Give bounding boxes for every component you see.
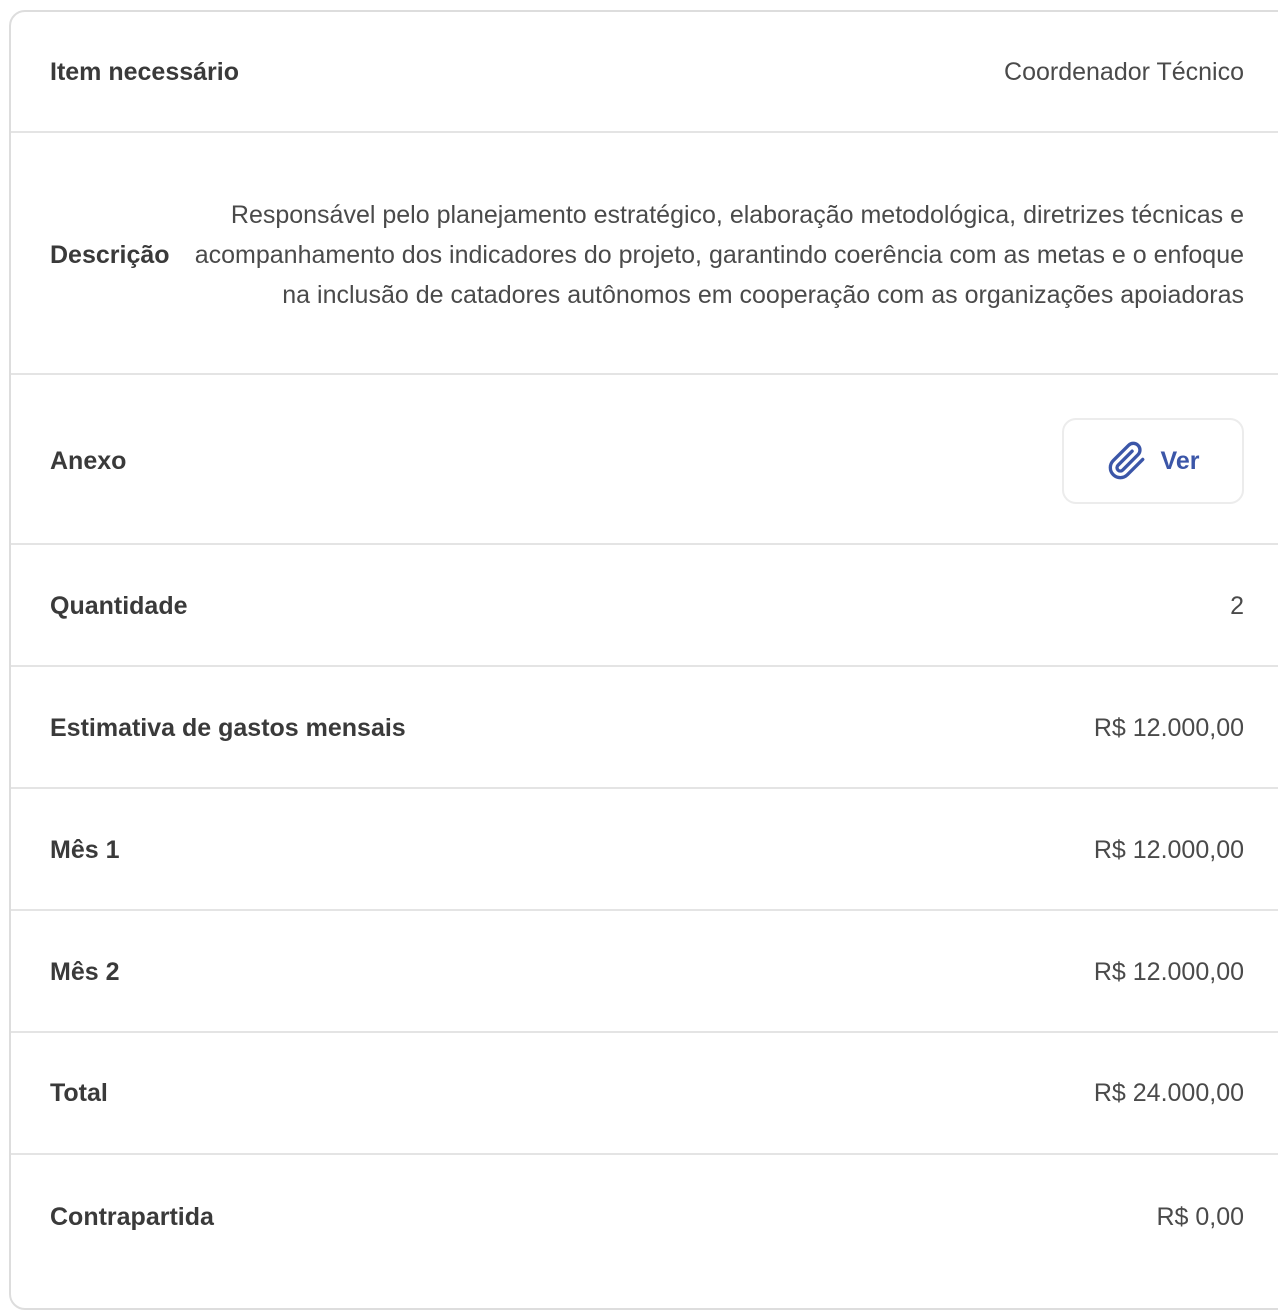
- row-mes-1: Mês 1 R$ 12.000,00: [11, 810, 1278, 890]
- divider: [11, 543, 1278, 545]
- contrapartida-value: R$ 0,00: [1156, 1202, 1244, 1231]
- ver-label: Ver: [1160, 446, 1200, 475]
- ver-attachment-button[interactable]: Ver: [1062, 418, 1244, 504]
- divider: [11, 787, 1278, 789]
- total-label: Total: [50, 1078, 108, 1107]
- anexo-label: Anexo: [50, 446, 127, 475]
- quantidade-label: Quantidade: [50, 591, 188, 620]
- descricao-label: Descrição: [50, 240, 170, 269]
- divider: [11, 665, 1278, 667]
- item-label: Item necessário: [50, 57, 239, 86]
- row-anexo: Anexo Ver: [11, 416, 1278, 506]
- descricao-value: Responsável pelo planejamento estratégic…: [194, 201, 1244, 309]
- row-descricao: Descrição Responsável pelo planejamento …: [11, 172, 1278, 338]
- divider: [11, 131, 1278, 133]
- divider: [11, 373, 1278, 375]
- row-estimativa: Estimativa de gastos mensais R$ 12.000,0…: [11, 688, 1278, 768]
- contrapartida-label: Contrapartida: [50, 1202, 214, 1231]
- item-value: Coordenador Técnico: [1004, 57, 1244, 86]
- mes1-value: R$ 12.000,00: [1093, 835, 1244, 864]
- total-value: R$ 24.000,00: [1093, 1078, 1244, 1107]
- row-mes-2: Mês 2 R$ 12.000,00: [11, 932, 1278, 1012]
- mes2-label: Mês 2: [50, 957, 120, 986]
- row-contrapartida: Contrapartida R$ 0,00: [11, 1177, 1278, 1257]
- divider: [11, 909, 1278, 911]
- mes1-label: Mês 1: [50, 835, 120, 864]
- divider: [11, 1153, 1278, 1155]
- mes2-value: R$ 12.000,00: [1093, 957, 1244, 986]
- divider: [11, 1031, 1278, 1033]
- estimativa-label: Estimativa de gastos mensais: [50, 713, 406, 742]
- estimativa-value: R$ 12.000,00: [1093, 713, 1244, 742]
- quantidade-value: 2: [1230, 591, 1244, 620]
- row-total: Total R$ 24.000,00: [11, 1053, 1278, 1133]
- row-item-necessario: Item necessário Coordenador Técnico: [11, 32, 1278, 112]
- paperclip-icon: [1107, 441, 1147, 481]
- row-quantidade: Quantidade 2: [11, 566, 1278, 646]
